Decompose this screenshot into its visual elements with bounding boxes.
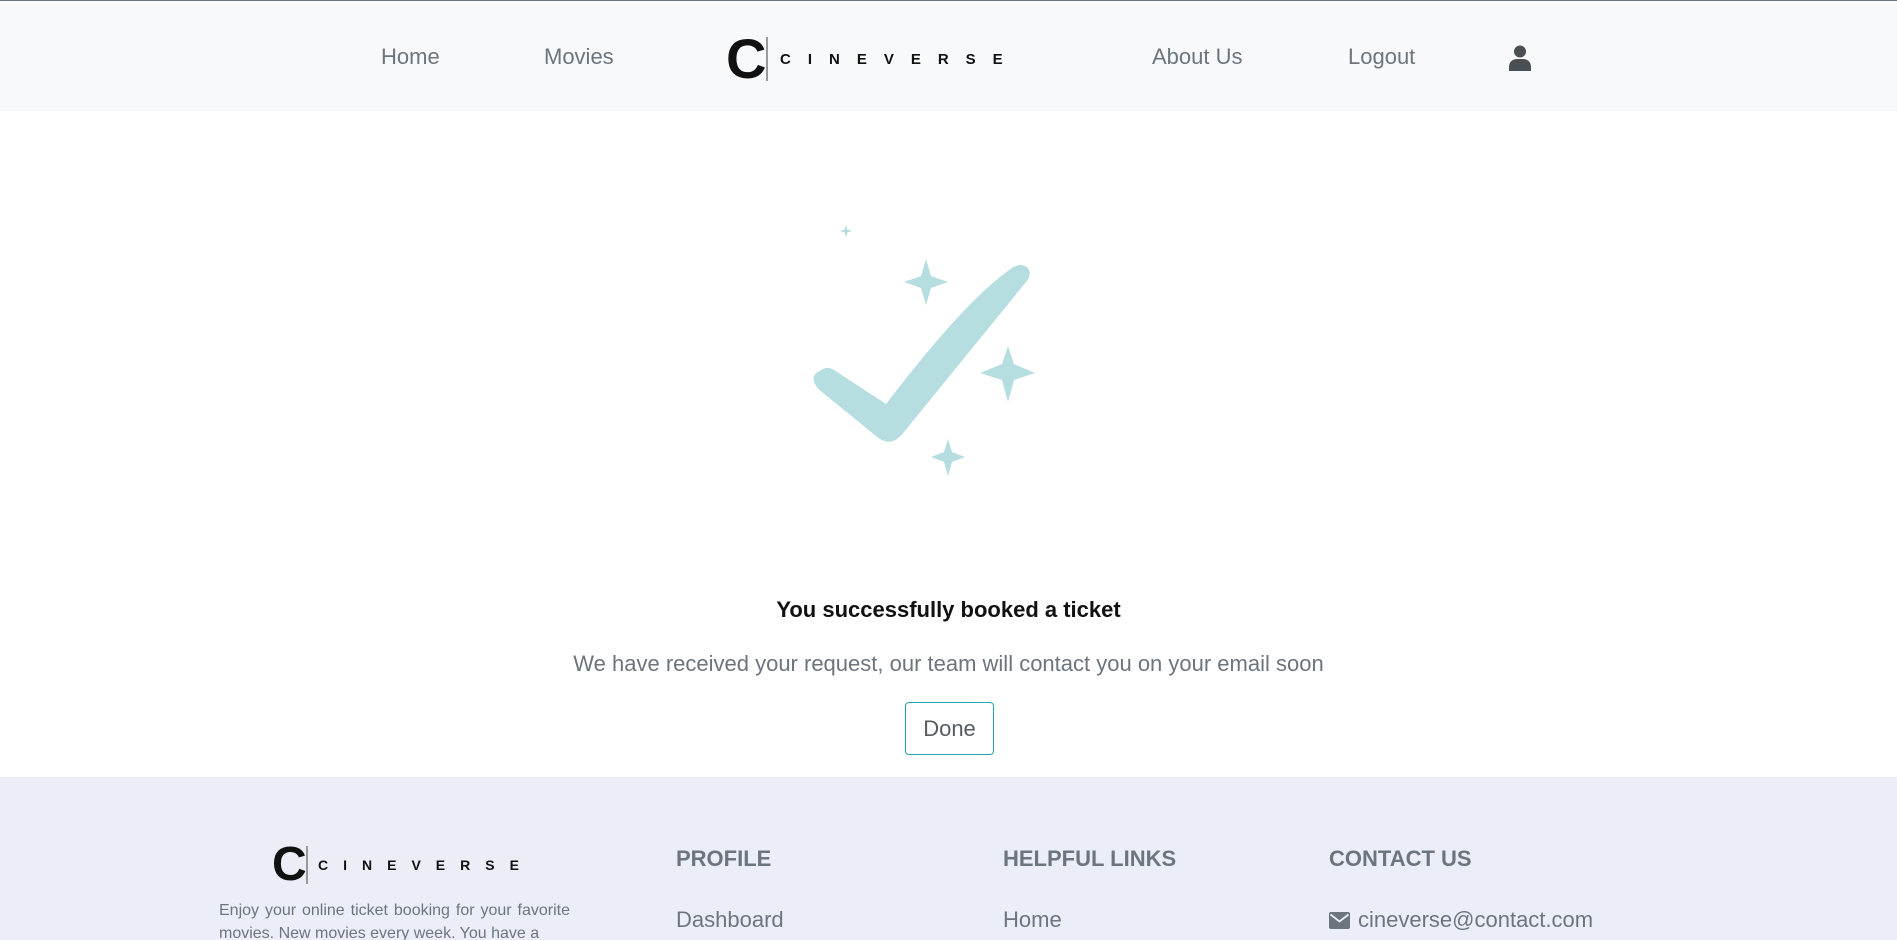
footer-helpful-heading: HELPFUL LINKS xyxy=(1003,846,1177,871)
nav-home-link[interactable]: Home xyxy=(381,44,440,70)
sparkle-check-icon xyxy=(813,225,1035,476)
logo-letter: C xyxy=(272,838,307,891)
footer-link-home[interactable]: Home xyxy=(1003,907,1062,933)
footer: C CINEVERSE Enjoy your online ticket boo… xyxy=(0,777,1897,940)
contact-email-text: cineverse@contact.com xyxy=(1358,907,1594,932)
logo-wordmark: CINEVERSE xyxy=(780,50,1020,68)
nav-movies-link[interactable]: Movies xyxy=(544,44,614,70)
nav-about-link[interactable]: About Us xyxy=(1152,44,1243,70)
user-icon[interactable] xyxy=(1509,45,1531,71)
footer-profile-heading: PROFILE xyxy=(676,846,772,871)
success-title: You successfully booked a ticket xyxy=(776,597,1121,622)
logo-letter: C xyxy=(726,27,767,90)
header-logo[interactable]: C CINEVERSE xyxy=(726,31,1020,87)
logo-divider xyxy=(766,37,768,81)
success-message: We have received your request, our team … xyxy=(573,651,1324,676)
top-navbar: Home Movies C CINEVERSE About Us Logout xyxy=(0,0,1897,111)
done-button[interactable]: Done xyxy=(905,702,994,755)
logo-divider xyxy=(306,846,308,884)
envelope-icon xyxy=(1329,911,1350,929)
footer-about-text: Enjoy your online ticket booking for you… xyxy=(219,902,570,940)
nav-logout-link[interactable]: Logout xyxy=(1348,44,1415,70)
footer-logo[interactable]: C CINEVERSE xyxy=(272,841,534,889)
footer-link-dashboard[interactable]: Dashboard xyxy=(676,907,784,933)
footer-contact-heading: CONTACT US xyxy=(1329,846,1472,871)
footer-contact-email[interactable]: cineverse@contact.com xyxy=(1329,907,1593,933)
logo-wordmark: CINEVERSE xyxy=(318,857,534,873)
